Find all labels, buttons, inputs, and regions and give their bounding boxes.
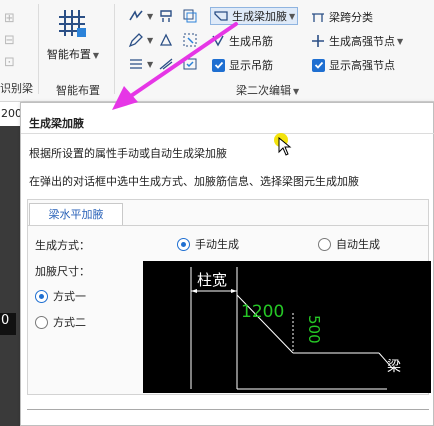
tab-divider [27,225,429,226]
gen-beam-haunch-button[interactable]: 生成梁加腋 ▼ [210,7,299,25]
haunch-height-text: 500 [305,315,323,344]
haunch-length-text: 1200 [241,302,284,322]
mouse-cursor-icon [278,137,292,156]
chevron-down-icon[interactable]: ▼ [147,36,153,45]
chevron-down-icon[interactable]: ▼ [147,12,153,21]
smart-layout-button[interactable]: 智能布置 ▼ [42,4,104,66]
chevron-down-icon[interactable]: ▼ [147,60,153,69]
group-label-beam-secondary-edit[interactable]: 梁二次编辑 ▼ [236,82,299,98]
radio-auto-gen: 自动生成 [318,236,380,252]
drawing-value: 0 [0,313,16,335]
span-class-icon [312,13,324,22]
dim-tool-icon[interactable]: ⊡ [4,52,15,74]
dim-tool-icon[interactable]: ⊞ [4,8,15,30]
hanger-icon [212,35,224,47]
gen-mode-label: 生成方式： [35,239,90,252]
chevron-down-icon: ▼ [397,36,404,46]
radio-manual-gen: 手动生成 [177,236,239,252]
ribbon-separator [114,4,115,94]
beam-side-text: 梁 [387,359,401,375]
grid-layout-icon [59,10,86,37]
beam-span-class-button[interactable]: 梁跨分类 [310,8,373,26]
beam-pick-icon[interactable] [158,32,174,48]
haunch-diagram: 柱宽 1200 500 梁 [143,261,431,393]
select-box-icon[interactable] [182,32,198,48]
smart-layout-label: 智能布置 ▼ [46,48,100,61]
left-tool-icons: ⊞ ⊟ ⊡ [4,8,15,74]
pen-edit-icon[interactable] [128,32,144,48]
checkbox-checked-icon [212,58,225,72]
tooltip-bottom-divider [27,409,429,410]
haunch-icon [214,11,228,21]
haunch-size-label: 加腋尺寸： [35,265,90,278]
beam-table-icon[interactable] [128,56,144,72]
group-label-smart-layout: 智能布置 [56,84,100,97]
tooltip-title: 生成梁加腋 [29,117,84,130]
col-width-text: 柱宽 [197,271,227,289]
show-hanger-checkbox[interactable]: 显示吊筋 [212,56,273,74]
tooltip-description: 根据所设置的属性手动或自动生成梁加腋 [29,147,227,160]
group-label-identify-beam: 识别梁 [0,82,33,95]
strong-node-icon [312,35,324,47]
gen-hanger-button[interactable]: 生成吊筋 [210,32,273,50]
app-window: ⊞ ⊟ ⊡ 识别梁 智能布置 ▼ 智能布置 ▼ ▼ ▼ 生成梁加腋 ▼ 梁跨分类… [0,0,434,426]
beam-span-icon[interactable] [158,8,174,24]
tooltip-description: 在弹出的对话框中选中生成方式、加腋筋信息、选择梁图元生成加腋 [29,175,359,188]
radio-mode-one: 方式一 [35,288,86,304]
tab-beam-horizontal-haunch: 梁水平加腋 [29,203,123,226]
radio-mode-two: 方式二 [35,314,86,330]
radio-selected-icon [177,237,190,251]
dim-tool-icon[interactable]: ⊟ [4,30,15,52]
radio-selected-icon [35,289,48,303]
beam-check-icon[interactable] [182,56,198,72]
radio-unselected-icon [35,315,48,329]
checkbox-checked-icon [312,58,325,72]
beam-copy-icon[interactable] [182,8,198,24]
beam-edit-icon[interactable] [128,8,144,24]
tooltip-gen-beam-haunch: 生成梁加腋 根据所设置的属性手动或自动生成梁加腋 在弹出的对话框中选中生成方式、… [20,102,434,426]
show-strong-node-checkbox[interactable]: 显示高强节点 [312,56,395,74]
tooltip-divider [21,133,434,134]
chevron-down-icon: ▼ [289,11,296,21]
radio-unselected-icon [318,237,331,251]
gen-strong-node-button[interactable]: 生成高强节点 ▼ [310,32,403,50]
ribbon: ⊞ ⊟ ⊡ 识别梁 智能布置 ▼ 智能布置 ▼ ▼ ▼ 生成梁加腋 ▼ 梁跨分类… [0,0,434,102]
ribbon-separator [38,4,39,94]
beam-rebar-icon[interactable] [158,56,174,72]
